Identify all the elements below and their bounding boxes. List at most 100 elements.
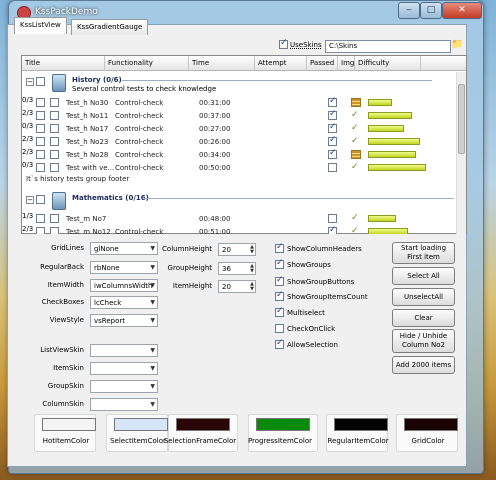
passed-checkbox[interactable]: [328, 163, 337, 172]
column-header-img[interactable]: Img: [338, 56, 355, 71]
tab-kssgradientgauge[interactable]: KssGradientGauge: [71, 19, 149, 35]
color-swatch[interactable]: [42, 418, 96, 431]
row-checkbox[interactable]: [36, 227, 45, 234]
passed-checkbox[interactable]: [328, 109, 337, 120]
select-all-button[interactable]: Select All: [392, 267, 455, 285]
list-row[interactable]: Test with ve... Control-check 00:50:00 0/3 ✓: [22, 161, 456, 174]
option-checkonclick[interactable]: CheckOnClick: [275, 324, 335, 333]
cell-functionality: Control-check: [115, 164, 164, 172]
tab-ksslistview[interactable]: KssListView: [14, 17, 67, 34]
list-view[interactable]: Title Functionality Time Attempt Passed …: [21, 55, 467, 234]
group-checkbox[interactable]: [36, 195, 45, 204]
columnheight-spin[interactable]: 20 ▲ ▼: [218, 243, 256, 256]
spin-arrows-icon[interactable]: ▲ ▼: [250, 264, 254, 274]
gridlines-label: GridLines: [51, 244, 84, 252]
option-showgroupitemscount[interactable]: ShowGroupItemsCount: [275, 290, 368, 301]
column-header-difficulty[interactable]: Difficulty: [355, 56, 421, 71]
checkbox[interactable]: [275, 258, 284, 269]
list-row[interactable]: Test_h No28 Control-check 00:34:00 2/3: [22, 148, 456, 161]
skins-path-input[interactable]: C:\Skins: [325, 40, 451, 53]
useskins-checkbox[interactable]: UseSkins: [279, 38, 322, 49]
passed-checkbox[interactable]: [328, 214, 337, 223]
unselect-all-button[interactable]: UnselectAll: [392, 288, 455, 306]
column-header-time[interactable]: Time: [189, 56, 255, 71]
itemheight-spin[interactable]: 20 ▲ ▼: [218, 280, 256, 293]
option-multiselect[interactable]: Multiselect: [275, 306, 325, 317]
folder-icon[interactable]: 📁: [451, 39, 464, 51]
viewstyle-select[interactable]: vsReport ▼: [90, 314, 158, 327]
column-header-attempt[interactable]: Attempt: [255, 56, 307, 71]
option-showgroups[interactable]: ShowGroups: [275, 258, 331, 269]
list-row[interactable]: Test_h No23 Control-check 00:26:00 2/3 ✓: [22, 135, 456, 148]
color-swatch[interactable]: [176, 418, 230, 431]
columnskin-select[interactable]: ▼: [90, 398, 158, 411]
column-header-functionality[interactable]: Functionality: [105, 56, 189, 71]
row-checkbox-secondary[interactable]: [50, 150, 59, 159]
row-checkbox-secondary[interactable]: [50, 137, 59, 146]
useskins-checkbox-box[interactable]: [279, 38, 288, 49]
checkbox[interactable]: [275, 275, 284, 286]
row-checkbox[interactable]: [36, 98, 45, 107]
row-checkbox[interactable]: [36, 150, 45, 159]
columnheight-label: ColumnHeight: [162, 245, 212, 253]
list-row[interactable]: Test_m No12 Control-check 00:51:00 2/3 ✓: [22, 225, 456, 234]
row-checkbox-secondary[interactable]: [50, 227, 59, 234]
list-row[interactable]: Test_h No11 Control-check 00:37:00 2/3 ✓: [22, 109, 456, 122]
scrollbar-thumb[interactable]: [458, 84, 465, 154]
option-showgroupbuttons[interactable]: ShowGroupButtons: [275, 275, 354, 286]
option-allowselection[interactable]: AllowSelection: [275, 338, 338, 349]
minimize-button[interactable]: ‒: [398, 2, 420, 19]
checkbox[interactable]: [275, 242, 284, 253]
spin-arrows-icon[interactable]: ▲ ▼: [250, 245, 254, 255]
groupheight-spin[interactable]: 36 ▲ ▼: [218, 262, 256, 275]
row-checkbox-secondary[interactable]: [50, 163, 59, 172]
checkbox[interactable]: [275, 290, 284, 301]
listviewskin-select[interactable]: ▼: [90, 344, 158, 357]
row-checkbox[interactable]: [36, 124, 45, 133]
row-checkbox[interactable]: [36, 214, 45, 223]
clear-button[interactable]: Clear: [392, 309, 455, 327]
color-swatch[interactable]: [114, 418, 168, 431]
option-label: CheckOnClick: [287, 324, 336, 333]
collapse-toggle-icon[interactable]: −: [26, 78, 34, 86]
cell-attempt: 0/3: [22, 161, 34, 169]
checkboxes-select[interactable]: lcCheck ▼: [90, 296, 158, 309]
add-items-button[interactable]: Add 2000 items: [392, 356, 455, 374]
color-swatch[interactable]: [404, 418, 458, 431]
row-checkbox[interactable]: [36, 111, 45, 120]
color-swatch[interactable]: [334, 418, 388, 431]
passed-checkbox[interactable]: [328, 96, 337, 107]
itemskin-select[interactable]: ▼: [90, 362, 158, 375]
column-header-title[interactable]: Title: [22, 56, 105, 71]
maximize-button[interactable]: □: [420, 2, 442, 19]
passed-checkbox[interactable]: [328, 225, 337, 234]
collapse-toggle-icon[interactable]: −: [26, 196, 34, 204]
start-loading-button[interactable]: Start loading First item: [392, 242, 455, 264]
passed-checkbox[interactable]: [328, 122, 337, 133]
row-checkbox-secondary[interactable]: [50, 124, 59, 133]
checkbox[interactable]: [275, 306, 284, 317]
row-checkbox[interactable]: [36, 163, 45, 172]
passed-checkbox[interactable]: [328, 148, 337, 159]
color-swatch[interactable]: [256, 418, 310, 431]
passed-checkbox[interactable]: [328, 135, 337, 146]
spin-arrows-icon[interactable]: ▲ ▼: [250, 282, 254, 292]
group-checkbox[interactable]: [36, 77, 45, 86]
column-header-passed[interactable]: Passed: [307, 56, 338, 71]
row-checkbox-secondary[interactable]: [50, 98, 59, 107]
row-checkbox-secondary[interactable]: [50, 214, 59, 223]
list-row[interactable]: Test_m No7 00:48:00 1/3 ✓: [22, 212, 456, 225]
group-header[interactable]: − History (0/6) Several control tests to c…: [22, 74, 456, 94]
row-checkbox-secondary[interactable]: [50, 111, 59, 120]
list-row[interactable]: Test_h No17 Control-check 00:27:00 0/3 ✓: [22, 122, 456, 135]
checkbox[interactable]: [275, 324, 284, 333]
vertical-scrollbar[interactable]: [456, 72, 466, 234]
hide-unhide-column-button[interactable]: Hide / Unhide Column No2: [392, 329, 455, 353]
row-checkbox[interactable]: [36, 137, 45, 146]
close-button[interactable]: ✕: [442, 2, 482, 19]
checkbox[interactable]: [275, 338, 284, 349]
group-header[interactable]: − Mathematics (0/16): [22, 192, 456, 212]
list-row[interactable]: Test_h No30 Control-check 00:31:00 0/3: [22, 96, 456, 109]
groupskin-select[interactable]: ▼: [90, 380, 158, 393]
option-showcolumnheaders[interactable]: ShowColumnHeaders: [275, 242, 362, 253]
